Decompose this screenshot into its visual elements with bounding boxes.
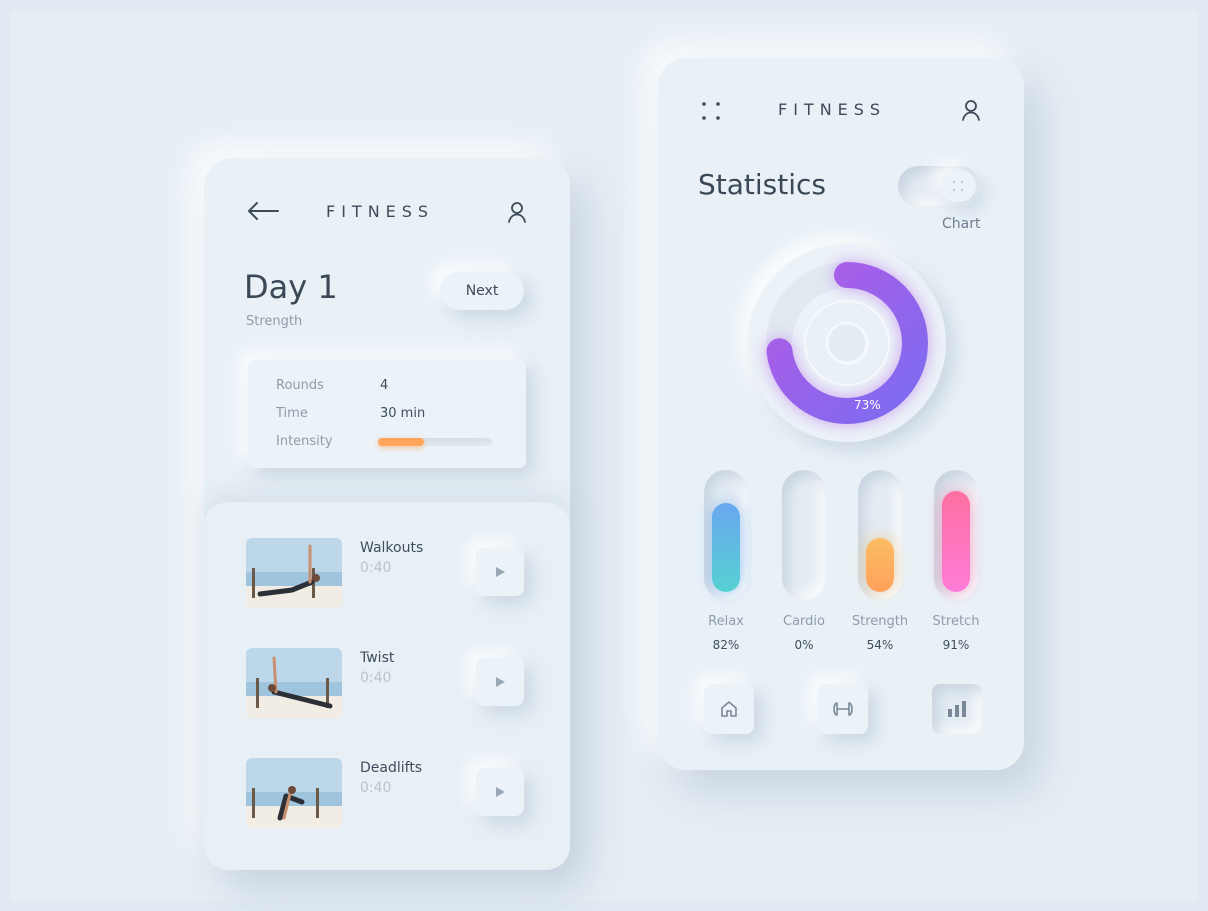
intensity-fill	[378, 438, 424, 446]
dumbbell-icon	[833, 702, 853, 716]
category-bar-fill	[942, 491, 970, 592]
time-label: Time	[276, 406, 308, 421]
exercise-thumbnail[interactable]	[246, 758, 342, 828]
play-icon	[496, 677, 505, 687]
category-name: Stretch	[932, 614, 980, 629]
workout-card: FITNESS Day 1 Strength Next Rounds 4 Tim…	[204, 158, 570, 870]
play-icon	[496, 787, 505, 797]
profile-button[interactable]	[506, 200, 528, 224]
exercise-thumbnail[interactable]	[246, 538, 342, 608]
nav-home[interactable]	[704, 684, 754, 734]
category-name: Relax	[708, 614, 744, 629]
category-value: 91%	[942, 638, 970, 652]
menu-button[interactable]	[700, 100, 722, 122]
intensity-track	[378, 438, 492, 446]
category-name: Cardio	[783, 614, 825, 629]
workout-stats-panel: Rounds 4 Time 30 min Intensity	[248, 360, 526, 468]
time-value: 30 min	[380, 406, 426, 421]
category-bar-fill	[866, 538, 894, 592]
rounds-label: Rounds	[276, 378, 324, 393]
exercise-duration: 0:40	[360, 780, 392, 796]
toggle-label: Chart	[942, 216, 981, 232]
next-button-label: Next	[465, 283, 499, 299]
category-name: Strength	[851, 614, 909, 629]
user-icon	[508, 202, 526, 223]
dots-grid-icon	[702, 102, 720, 120]
next-button[interactable]: Next	[440, 272, 524, 310]
exercise-duration: 0:40	[360, 670, 392, 686]
category-value: 82%	[712, 638, 740, 652]
bar-chart-icon	[948, 701, 966, 717]
chart-toggle[interactable]	[898, 166, 980, 206]
arrow-left-icon	[248, 202, 279, 220]
category-bar-track	[858, 470, 902, 600]
statistics-title: Statistics	[698, 168, 826, 201]
play-icon	[496, 567, 505, 577]
user-icon	[962, 100, 980, 121]
play-button[interactable]	[476, 768, 524, 816]
play-button[interactable]	[476, 548, 524, 596]
donut-svg: 73%	[766, 262, 928, 424]
statistics-card: FITNESS Statistics Chart 73% Relax 82% Car…	[658, 58, 1024, 770]
category-bar-track	[934, 470, 978, 600]
exercise-name: Walkouts	[360, 540, 424, 556]
category-bar-track	[704, 470, 748, 600]
exercise-name: Deadlifts	[360, 760, 423, 776]
category-bar-track	[782, 470, 826, 600]
donut-value-label: 73%	[854, 398, 881, 412]
app-brand: FITNESS	[326, 202, 435, 221]
donut-chart: 73%	[748, 244, 946, 442]
home-icon	[721, 701, 737, 717]
day-subtitle: Strength	[246, 314, 303, 329]
category-value: 54%	[866, 638, 894, 652]
exercise-name: Twist	[360, 650, 395, 666]
nav-workouts[interactable]	[818, 684, 868, 734]
dots-grid-icon	[952, 180, 964, 192]
category-bar-fill	[712, 503, 740, 592]
toggle-knob	[940, 170, 976, 202]
profile-button[interactable]	[960, 98, 982, 122]
app-brand: FITNESS	[778, 100, 887, 119]
day-title: Day 1	[244, 268, 338, 306]
play-button[interactable]	[476, 658, 524, 706]
nav-statistics[interactable]	[932, 684, 982, 734]
exercise-duration: 0:40	[360, 560, 392, 576]
exercise-thumbnail[interactable]	[246, 648, 342, 718]
intensity-label: Intensity	[276, 434, 333, 449]
rounds-value: 4	[380, 378, 389, 393]
category-value: 0%	[794, 638, 814, 652]
back-button[interactable]	[246, 200, 280, 222]
